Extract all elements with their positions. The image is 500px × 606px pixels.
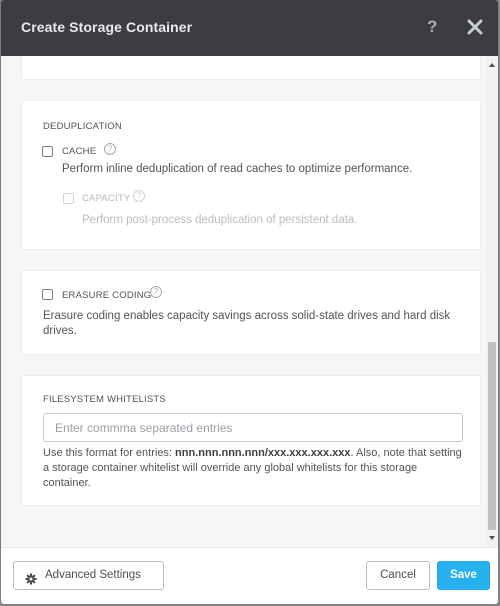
deduplication-card: DEDUPLICATION CACHE ? Perform inline ded… — [21, 100, 481, 250]
erasure-coding-card: ERASURE CODING ? Erasure coding enables … — [21, 270, 481, 355]
question-icon[interactable]: ? — [104, 143, 116, 155]
close-icon[interactable] — [466, 15, 484, 39]
dialog-body[interactable]: DEDUPLICATION CACHE ? Perform inline ded… — [1, 56, 498, 547]
capacity-label: CAPACITY — [82, 193, 131, 204]
question-icon: ? — [133, 190, 145, 202]
filesystem-whitelists-card: FILESYSTEM WHITELISTS Use this format fo… — [21, 375, 481, 506]
vertical-scrollbar[interactable] — [486, 56, 498, 547]
erasure-coding-checkbox[interactable] — [42, 289, 53, 300]
scroll-up-arrow-icon[interactable] — [486, 58, 498, 72]
cache-checkbox[interactable] — [42, 146, 53, 157]
cancel-button[interactable]: Cancel — [366, 561, 430, 590]
gear-icon — [25, 569, 37, 596]
whitelist-help-prefix: Use this format for entries: — [43, 447, 176, 459]
filesystem-whitelists-label: FILESYSTEM WHITELISTS — [43, 394, 166, 405]
erasure-coding-description: Erasure coding enables capacity savings … — [43, 310, 451, 337]
scroll-down-arrow-icon[interactable] — [486, 531, 498, 545]
capacity-checkbox[interactable] — [63, 193, 74, 204]
whitelist-help-text: Use this format for entries: nnn.nnn.nnn… — [43, 446, 463, 491]
save-button[interactable]: Save — [437, 561, 490, 590]
dialog-footer: Advanced Settings Cancel Save — [1, 547, 498, 604]
whitelist-format: nnn.nnn.nnn.nnn/xxx.xxx.xxx.xxx — [175, 447, 351, 459]
advanced-settings-button[interactable]: Advanced Settings — [13, 561, 164, 590]
dialog-header: Create Storage Container ? — [1, 0, 498, 56]
erasure-coding-label[interactable]: ERASURE CODING — [62, 290, 151, 301]
cache-description: Perform inline deduplication of read cac… — [62, 163, 413, 175]
question-icon[interactable]: ? — [150, 286, 162, 298]
cache-label[interactable]: CACHE — [62, 146, 96, 157]
question-icon[interactable]: ? — [427, 17, 437, 37]
create-storage-container-dialog: Create Storage Container ? DEDUPLICATION… — [1, 0, 498, 604]
capacity-description: Perform post-process deduplication of pe… — [82, 214, 358, 226]
scrollbar-thumb[interactable] — [488, 342, 496, 530]
deduplication-label: DEDUPLICATION — [43, 121, 122, 132]
previous-section-card — [21, 56, 481, 80]
whitelist-input[interactable] — [43, 413, 463, 442]
advanced-settings-label: Advanced Settings — [45, 569, 141, 581]
dialog-title: Create Storage Container — [21, 19, 193, 35]
